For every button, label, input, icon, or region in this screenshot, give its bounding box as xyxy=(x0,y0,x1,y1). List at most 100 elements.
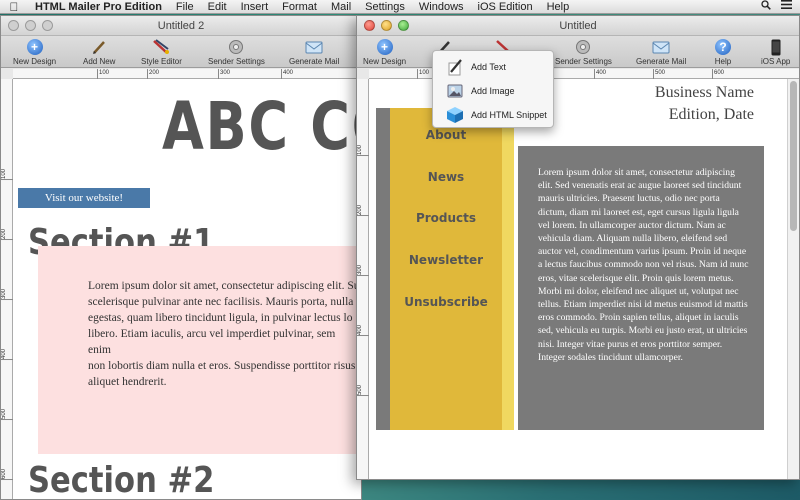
minimize-button[interactable] xyxy=(25,20,36,31)
menu-format[interactable]: Format xyxy=(275,1,324,13)
menu-edit[interactable]: Edit xyxy=(201,1,234,13)
menu-item-add-image[interactable]: Add Image xyxy=(433,79,553,103)
window-titlebar[interactable]: Untitled 2 xyxy=(1,16,361,36)
menu-file[interactable]: File xyxy=(169,1,201,13)
ruler-tick: 400 xyxy=(1,349,13,361)
ruler-tick: 300 xyxy=(1,289,13,301)
ruler-tick: 300 xyxy=(218,69,230,79)
mail-envelope-icon xyxy=(652,38,670,56)
sidebar-edge xyxy=(502,108,514,430)
business-header[interactable]: Business Name Edition, Date xyxy=(655,82,754,126)
window-title: Untitled 2 xyxy=(157,20,205,32)
toolbar-label: Help xyxy=(714,57,732,66)
ruler-tick: 200 xyxy=(147,69,159,79)
nav-link-news[interactable]: News xyxy=(390,170,502,184)
sidebar-frame xyxy=(376,108,390,430)
ruler-tick: 100 xyxy=(417,69,429,79)
ruler-tick: 500 xyxy=(653,69,665,79)
section-1-body-text[interactable]: Lorem ipsum dolor sit amet, consectetur … xyxy=(88,278,360,390)
zoom-button[interactable] xyxy=(42,20,53,31)
toolbar-label: Generate Mail xyxy=(289,57,340,66)
mail-envelope-icon xyxy=(305,38,323,56)
paint-brushes-icon xyxy=(152,38,170,56)
section-2-heading[interactable]: Section #2 xyxy=(28,460,214,500)
menu-ios-edition[interactable]: iOS Edition xyxy=(471,1,540,13)
cube-icon xyxy=(445,106,465,124)
menu-item-label: Add HTML Snippet xyxy=(471,110,547,120)
window-titlebar[interactable]: Untitled xyxy=(357,16,799,36)
nav-sidebar[interactable]: About News Products Newsletter Unsubscri… xyxy=(390,108,502,430)
menu-windows[interactable]: Windows xyxy=(412,1,471,13)
vertical-ruler: 100 200 300 400 500 xyxy=(357,79,369,479)
ruler-tick: 100 xyxy=(1,169,13,181)
toolbar-label: Add New xyxy=(83,57,116,66)
ruler-tick: 600 xyxy=(1,469,13,481)
menu-app-name[interactable]: HTML Mailer Pro Edition xyxy=(28,1,169,13)
iphone-icon xyxy=(767,38,785,56)
toolbar-label: New Design xyxy=(13,57,57,66)
toolbar-label: Style Editor xyxy=(141,57,182,66)
visit-website-button[interactable]: Visit our website! xyxy=(18,188,150,208)
help-question-icon: ? xyxy=(714,38,732,56)
menu-help[interactable]: Help xyxy=(540,1,577,13)
generate-mail-button[interactable]: Generate Mail xyxy=(289,38,339,66)
sender-settings-button[interactable]: Sender Settings xyxy=(208,38,265,66)
close-button[interactable] xyxy=(364,20,375,31)
edition-date: Edition, Date xyxy=(668,106,754,123)
menu-settings[interactable]: Settings xyxy=(358,1,412,13)
horizontal-ruler: 100 200 300 400 xyxy=(13,69,361,79)
image-icon xyxy=(445,82,465,100)
pen-icon xyxy=(90,38,108,56)
vertical-scrollbar[interactable] xyxy=(787,79,799,479)
scrollbar-thumb[interactable] xyxy=(790,81,797,231)
ruler-tick: 400 xyxy=(594,69,606,79)
menu-item-add-html-snippet[interactable]: Add HTML Snippet xyxy=(433,103,553,127)
add-circle-icon: + xyxy=(26,38,44,56)
close-button[interactable] xyxy=(8,20,19,31)
nav-link-about[interactable]: About xyxy=(390,128,502,142)
generate-mail-button[interactable]: Generate Mail xyxy=(636,38,686,66)
toolbar-label: Sender Settings xyxy=(208,57,265,66)
new-design-button[interactable]: + New Design xyxy=(363,38,406,66)
toolbar-label: Sender Settings xyxy=(555,57,612,66)
vertical-ruler: 100 200 300 400 500 600 xyxy=(1,79,13,499)
ruler-tick: 400 xyxy=(281,69,293,79)
window-controls xyxy=(8,20,53,31)
toolbar-label: Generate Mail xyxy=(636,57,687,66)
ruler-tick: 200 xyxy=(1,229,13,241)
minimize-button[interactable] xyxy=(381,20,392,31)
gear-icon xyxy=(574,38,592,56)
nav-link-products[interactable]: Products xyxy=(390,211,502,225)
ruler-tick: 400 xyxy=(357,325,369,337)
menu-item-label: Add Text xyxy=(471,62,506,72)
gear-icon xyxy=(227,38,245,56)
pencil-paper-icon xyxy=(445,58,465,76)
new-design-button[interactable]: + New Design xyxy=(13,38,56,66)
ruler-tick: 100 xyxy=(357,145,369,157)
ios-app-button[interactable]: iOS App xyxy=(761,38,790,66)
window-title: Untitled xyxy=(559,20,597,32)
sender-settings-button[interactable]: Sender Settings xyxy=(555,38,612,66)
ruler-tick: 500 xyxy=(1,409,13,421)
add-new-button[interactable]: Add New xyxy=(83,38,115,66)
notification-list-icon[interactable] xyxy=(781,0,792,13)
apple-menu-icon[interactable]:  xyxy=(0,0,28,14)
menu-insert[interactable]: Insert xyxy=(234,1,276,13)
spotlight-search-icon[interactable] xyxy=(761,0,771,13)
add-circle-icon: + xyxy=(376,38,394,56)
style-editor-button[interactable]: Style Editor xyxy=(141,38,182,66)
toolbar-label: New Design xyxy=(363,57,407,66)
toolbar-label: iOS App xyxy=(761,57,791,66)
menu-bar:  HTML Mailer Pro Edition File Edit Inse… xyxy=(0,0,800,14)
zoom-button[interactable] xyxy=(398,20,409,31)
nav-link-newsletter[interactable]: Newsletter xyxy=(390,253,502,267)
ruler-tick: 500 xyxy=(357,385,369,397)
main-body-text[interactable]: Lorem ipsum dolor sit amet, consectetur … xyxy=(538,166,750,364)
menu-mail[interactable]: Mail xyxy=(324,1,358,13)
nav-link-unsubscribe[interactable]: Unsubscribe xyxy=(390,295,502,309)
help-button[interactable]: ? Help xyxy=(714,38,732,66)
menu-item-add-text[interactable]: Add Text xyxy=(433,55,553,79)
menu-item-label: Add Image xyxy=(471,86,515,96)
window-toolbar: + New Design Sender Settings Generate Ma… xyxy=(357,36,799,68)
window-controls xyxy=(364,20,409,31)
